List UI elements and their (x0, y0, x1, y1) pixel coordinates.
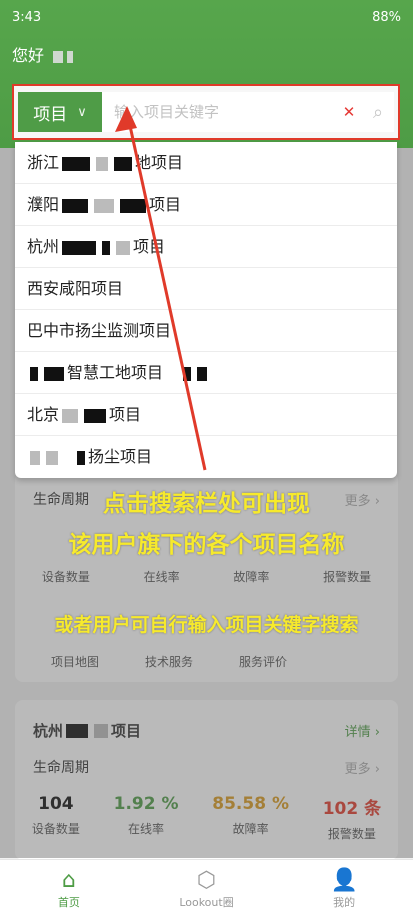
dropdown-item[interactable]: 巴中市扬尘监测项目 (15, 310, 397, 352)
dropdown-item[interactable]: 濮阳 项目 (15, 184, 397, 226)
project-dropdown: 浙江 地项目 濮阳 项目 杭州 项目 西安咸阳项目 巴中市扬尘监测项目 智慧工地项目 … (15, 142, 397, 478)
user-icon: 👤 (330, 867, 358, 893)
greeting-text: 您好 (12, 46, 45, 65)
annotation-line-1: 点击搜索栏处可出现 (103, 491, 310, 517)
status-battery: 88% (372, 10, 401, 25)
home-icon: ⌂ (61, 867, 76, 893)
status-time: 3:43 (12, 10, 42, 25)
status-bar: 3:43 88% (12, 10, 401, 30)
dropdown-item[interactable]: 西安咸阳项目 (15, 268, 397, 310)
close-icon[interactable]: ✕ (336, 103, 362, 121)
scope-label: 项目 (33, 104, 68, 125)
annotation-line-3: 或者用户可自行输入项目关键字搜索 (54, 614, 359, 636)
dropdown-item[interactable]: 杭州 项目 (15, 226, 397, 268)
greeting: 您好 (12, 42, 74, 66)
bottom-tab-bar: ⌂ 首页 ⬡ Lookout圈 👤 我的 (0, 859, 413, 917)
scope-select[interactable]: 项目 ∨ (18, 92, 102, 132)
dropdown-item[interactable]: 北京 项目 (15, 394, 397, 436)
lookout-icon: ⬡ (196, 867, 217, 893)
chevron-down-icon: ∨ (77, 104, 87, 120)
dropdown-item[interactable]: 浙江 地项目 (15, 142, 397, 184)
dropdown-item[interactable]: 扬尘项目 (15, 436, 397, 478)
tab-lookout[interactable]: ⬡ Lookout圈 (138, 860, 276, 917)
search-highlight-box: 项目 ∨ ✕ ⌕ (12, 84, 400, 140)
search-bar: 项目 ∨ ✕ ⌕ (18, 92, 394, 132)
redacted-name (67, 50, 74, 63)
annotation-line-2: 该用户旗下的各个项目名称 (68, 532, 345, 558)
dropdown-item[interactable]: 智慧工地项目 (15, 352, 397, 394)
search-input[interactable] (102, 103, 336, 121)
tab-profile[interactable]: 👤 我的 (275, 860, 413, 917)
redacted-name (53, 50, 64, 63)
search-icon[interactable]: ⌕ (362, 102, 394, 123)
tab-home[interactable]: ⌂ 首页 (0, 860, 138, 917)
